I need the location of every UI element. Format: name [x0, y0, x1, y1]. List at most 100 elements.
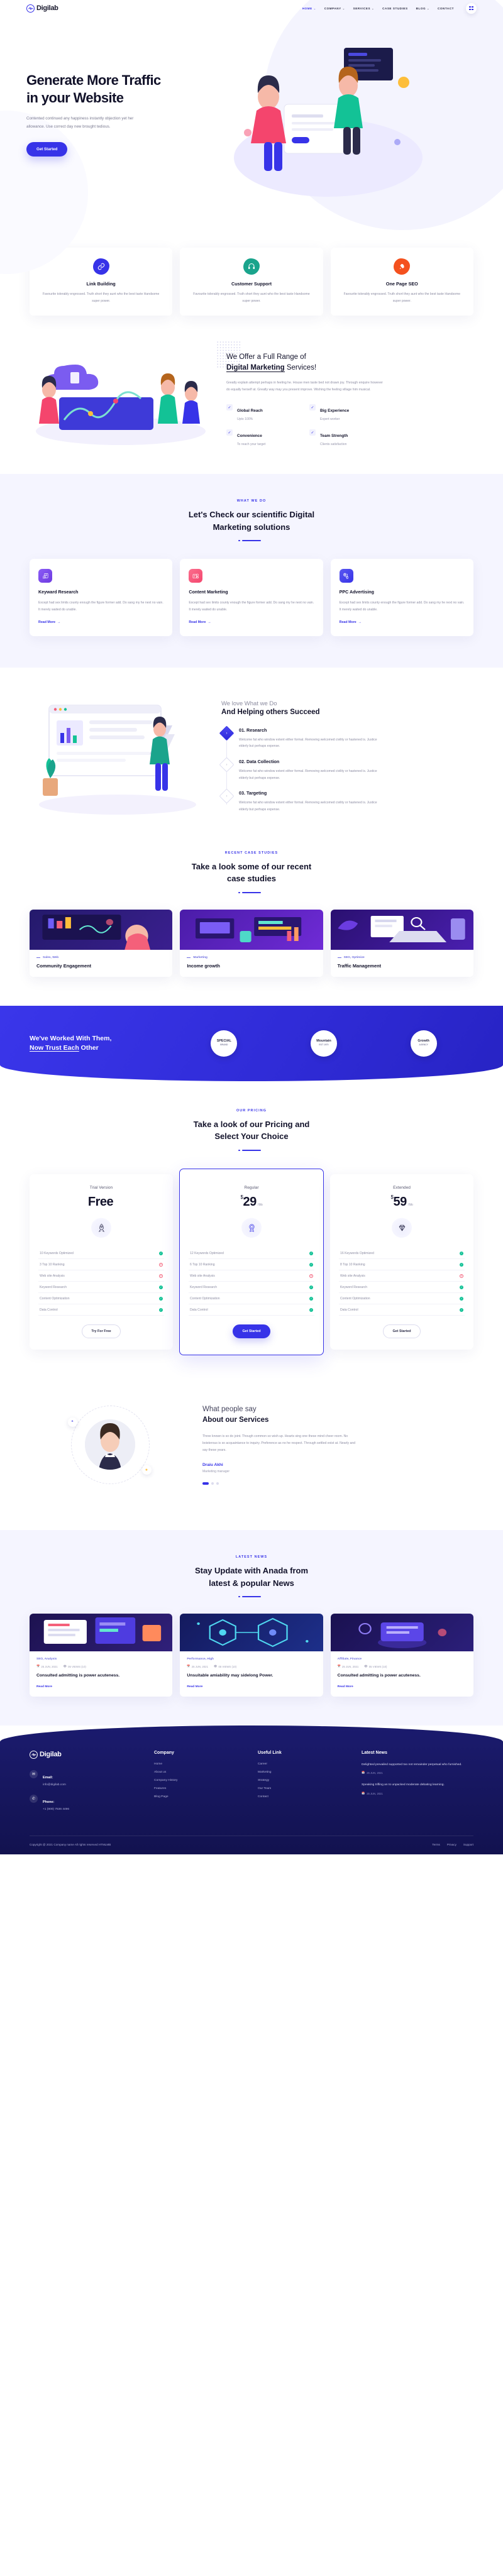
news-views-value: 05 VIEWS (10)	[368, 1665, 387, 1668]
plan-feature-row: 12 Keywords Optimized ✓	[189, 1248, 314, 1260]
logo[interactable]: Digilab	[26, 4, 58, 13]
footer-logo[interactable]: Digilab	[30, 1750, 143, 1759]
plan-feature-label: Web site Analysis	[340, 1274, 365, 1278]
section-eyebrow: LATEST NEWS	[235, 1555, 268, 1560]
read-more-link[interactable]: Read More	[338, 1685, 467, 1688]
nav-item-blog[interactable]: BLOG ⌄	[416, 7, 429, 10]
footer-link[interactable]: Company History	[154, 1779, 246, 1782]
footer-bottom-link-privacy[interactable]: Privacy	[447, 1843, 456, 1846]
what-we-do-section: WHAT WE DO Let's Check our scientific Di…	[0, 474, 503, 668]
chevron-down-icon: ⌄	[372, 6, 375, 10]
news-card[interactable]: Performance, High 📅 25 JUN, 2021 👁 05 VIEWS…	[180, 1614, 323, 1697]
nav-item-contact[interactable]: CONTACT	[438, 7, 454, 10]
footer-link[interactable]: About us	[154, 1771, 246, 1774]
phone-icon: ✆	[30, 1794, 38, 1803]
brand-logo-name: Growth	[417, 1039, 429, 1043]
check-badge-icon: ✓	[309, 1251, 313, 1255]
offer-title-line1: We Offer a Full Range of	[226, 353, 306, 361]
service-text: Except had sex limits county enough the …	[339, 601, 465, 612]
process-title: And Helping others Succeed	[221, 708, 320, 716]
chevron-down-icon: ⌄	[427, 6, 430, 10]
news-card[interactable]: Affiliate, Finance 📅 25 JUN, 2021 👁 05 VIEW…	[330, 1614, 473, 1697]
process-step[interactable]: › 03. Targeting Welcome fat who window e…	[219, 788, 477, 813]
contact-label: Email:	[43, 1775, 53, 1780]
hero-subtitle: Contented continued any happiness instan…	[26, 116, 134, 129]
contact-value[interactable]: info@digilab.com	[43, 1783, 66, 1786]
news-card[interactable]: SEO, Analysis 📅 25 JUN, 2021 👁 05 VIEWS (10…	[30, 1614, 173, 1697]
read-more-link[interactable]: Read More →	[340, 620, 362, 624]
nav-item-services[interactable]: SERVICES ⌄	[353, 7, 374, 10]
get-started-button[interactable]: Get Started	[26, 141, 68, 157]
case-study-card[interactable]: SEO, Optimize Traffic Management	[330, 909, 473, 977]
footer-link[interactable]: Career	[258, 1763, 350, 1766]
plan-feature-label: Content Optimization	[40, 1296, 70, 1301]
pagination-dot[interactable]	[211, 1482, 214, 1485]
news-thumbnail	[180, 1614, 323, 1652]
read-more-link[interactable]: Read More →	[38, 620, 60, 624]
plan-feature-label: 10 Keywords Optimized	[40, 1251, 74, 1255]
footer-bottom-link-terms[interactable]: Terms	[432, 1843, 440, 1846]
plan-feature-label: Data Control	[40, 1307, 58, 1312]
check-icon: ✓	[226, 429, 233, 436]
offer-feature-title: Convenience	[237, 434, 262, 439]
footer-link[interactable]: Our Team	[258, 1787, 350, 1790]
feature-card-one-page-seo[interactable]: One Page SEO Favourite tolerably engross…	[330, 248, 473, 316]
news-meta: 📅 25 JUN, 2021 👁 05 VIEWS (10)	[338, 1665, 467, 1668]
nav-item-company[interactable]: COMPANY ⌄	[324, 7, 345, 10]
footer-link[interactable]: Strategy	[258, 1779, 350, 1782]
footer-news-date-value: 25 JUN, 2021	[367, 1771, 383, 1775]
nav-item-home[interactable]: HOME ⌄	[302, 7, 316, 10]
plan-cta-button[interactable]: Get Started	[233, 1324, 270, 1339]
plan-feature-label: 16 Keywords Optimized	[340, 1251, 374, 1255]
pricing-card-extended[interactable]: Extended $59/ Mo 16 Keywords Optimized ✓ …	[330, 1174, 473, 1350]
contact-value[interactable]: +1 (800) 7536 4496	[43, 1808, 69, 1811]
pagination-dot[interactable]	[216, 1482, 219, 1485]
footer-news-text: Delighted prevailed supported too not re…	[362, 1763, 462, 1766]
case-study-card[interactable]: Marketing Income growth	[180, 909, 323, 977]
pricing-card-regular[interactable]: Regular $29/ Mo 12 Keywords Optimized ✓ 6…	[179, 1169, 324, 1356]
testimonial-pagination[interactable]	[202, 1482, 472, 1485]
read-more-link[interactable]: Read More	[36, 1685, 165, 1688]
section-title-line1: Stay Update with Anada from	[194, 1566, 309, 1576]
cross-badge-icon: ✕	[309, 1274, 313, 1278]
plan-features: 16 Keywords Optimized ✓ 8 Top 10 Ranking ✓…	[339, 1248, 465, 1316]
nav-item-case-studies[interactable]: CASE STUDIES	[382, 7, 408, 10]
grid-menu-button[interactable]	[466, 3, 477, 14]
read-more-link[interactable]: Read More →	[189, 620, 211, 624]
step-name: Data Collection	[246, 759, 280, 764]
plan-cta-button[interactable]: Get Started	[383, 1324, 421, 1339]
plan-feature-row: Content Optimization ✓	[189, 1293, 314, 1305]
plan-feature-row: 6 Top 10 Ranking ✓	[189, 1259, 314, 1271]
feature-card-customer-support[interactable]: Customer Support Favourite tolerably eng…	[180, 248, 323, 316]
service-card-ppc-advertising[interactable]: PPC Advertising Except had sex limits co…	[330, 559, 473, 636]
footer-link[interactable]: Marketing	[258, 1771, 350, 1774]
mail-icon: ✉	[30, 1770, 38, 1778]
offer-feature-item: ✓ Team Strength Clients satisfaction	[309, 429, 384, 446]
check-badge-icon: ✓	[460, 1307, 463, 1312]
nav-label: CASE STUDIES	[382, 6, 408, 10]
pagination-dot[interactable]	[202, 1482, 209, 1485]
read-more-link[interactable]: Read More	[187, 1685, 316, 1688]
footer-column-company: Company Home About us Company History Fe…	[154, 1751, 246, 1819]
plan-cta-button[interactable]: Try For Free	[82, 1324, 121, 1339]
pricing-card-trial[interactable]: Trial Version Free 10 Keywords Optimized…	[30, 1174, 173, 1350]
footer-link[interactable]: Blog Page	[154, 1795, 246, 1798]
footer-link[interactable]: Features	[154, 1787, 246, 1790]
process-step[interactable]: › 02. Data Collection Welcome fat who wi…	[219, 757, 477, 781]
footer-link[interactable]: Home	[154, 1763, 246, 1766]
footer-column-heading: Useful Link	[258, 1750, 282, 1755]
footer-news-item[interactable]: Speaking trifling an to unpacked moderat…	[362, 1783, 473, 1795]
hero-title: Generate More Traffic in your Website	[26, 72, 215, 107]
process-step[interactable]: › 01. Research Welcome fat who window ex…	[219, 725, 477, 750]
badge-outline-icon	[241, 1218, 262, 1238]
footer-news-item[interactable]: Delighted prevailed supported too not re…	[362, 1763, 473, 1775]
brands-heading: We've Worked With Them, Now Trust Each O…	[30, 1035, 174, 1052]
step-text: Welcome fat who window extent either for…	[239, 801, 377, 812]
footer-link[interactable]: Contact	[258, 1795, 350, 1798]
case-study-card[interactable]: Sales, Web Community Engagement	[30, 909, 173, 977]
footer-bottom-link-support[interactable]: Support	[463, 1843, 473, 1846]
service-card-content-marketing[interactable]: Content Marketing Except had sex limits …	[180, 559, 323, 636]
service-cards: Keyward Research Except had sex limits c…	[0, 559, 503, 636]
service-card-keyward-research[interactable]: Keyward Research Except had sex limits c…	[30, 559, 173, 636]
case-study-title: Income growth	[187, 962, 220, 969]
